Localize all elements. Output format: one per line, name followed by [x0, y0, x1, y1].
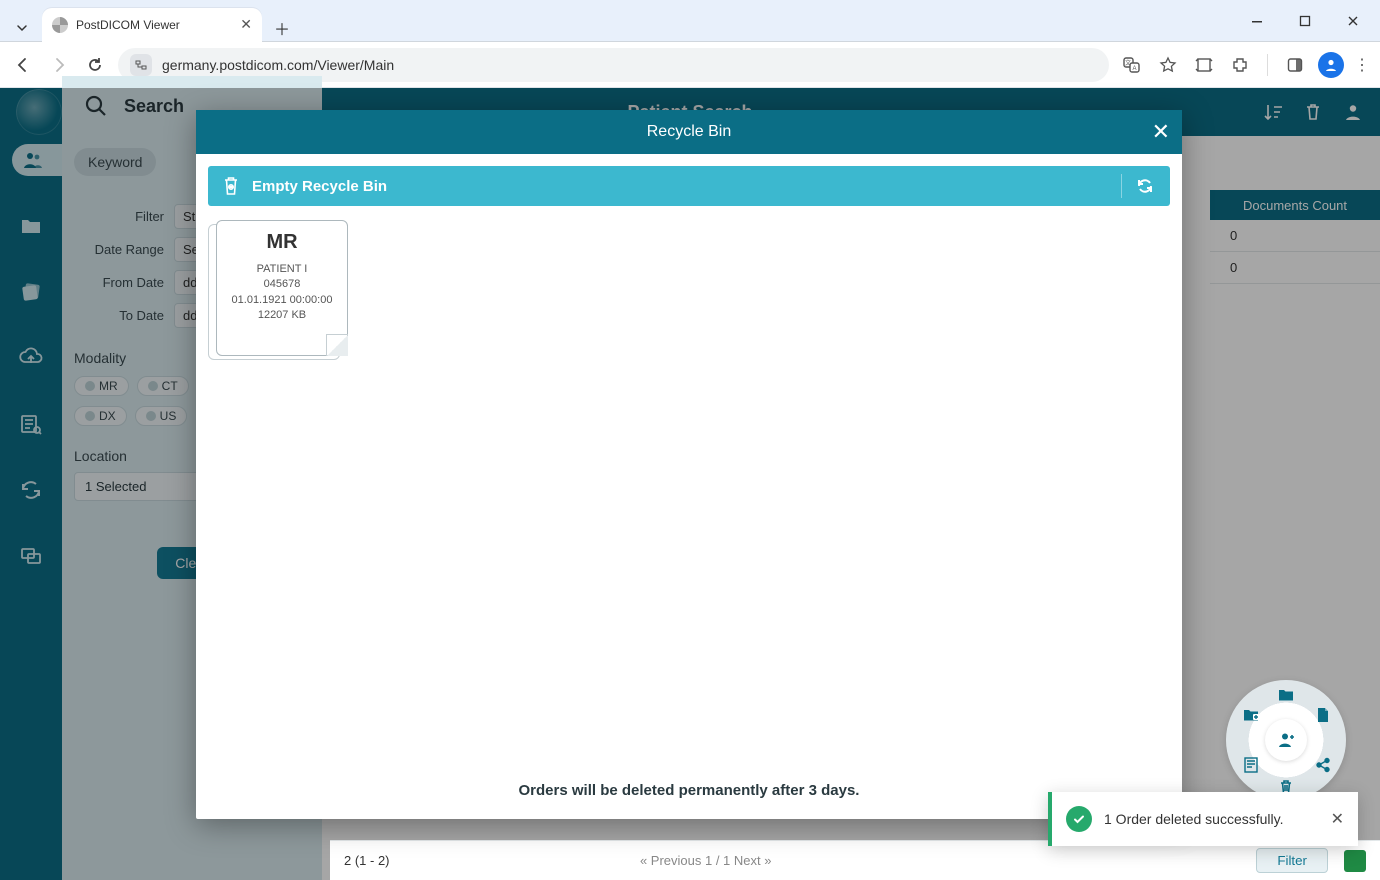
- favicon-icon: [52, 17, 68, 33]
- site-info-icon[interactable]: [130, 54, 152, 76]
- translate-icon[interactable]: 文A: [1119, 52, 1145, 78]
- modal-close-icon[interactable]: ✕: [1152, 119, 1170, 145]
- radial-folder-icon[interactable]: [1275, 684, 1297, 706]
- results-summary: 2 (1 - 2): [344, 853, 390, 868]
- trash-icon: [220, 173, 242, 199]
- radial-menu[interactable]: [1226, 680, 1346, 800]
- filter-button[interactable]: Filter: [1256, 848, 1328, 873]
- browser-tab[interactable]: PostDICOM Viewer ✕: [42, 8, 262, 42]
- bookmark-icon[interactable]: [1155, 52, 1181, 78]
- forward-button[interactable]: [46, 52, 72, 78]
- address-bar[interactable]: [162, 57, 1097, 73]
- card-size: 12207 KB: [223, 308, 341, 323]
- svg-text:文: 文: [1125, 59, 1131, 67]
- browser-menu-icon[interactable]: ⋮: [1354, 55, 1370, 75]
- card-datetime: 01.01.1921 00:00:00: [223, 293, 341, 308]
- card-patient: PATIENT I: [223, 262, 341, 277]
- minimize-button[interactable]: [1234, 5, 1280, 37]
- svg-text:A: A: [1132, 66, 1136, 72]
- tab-title: PostDICOM Viewer: [76, 18, 232, 32]
- extension-icon-2[interactable]: [1227, 52, 1253, 78]
- card-modality: MR: [223, 231, 341, 254]
- reload-button[interactable]: [82, 52, 108, 78]
- extension-icon-1[interactable]: [1191, 52, 1217, 78]
- refresh-icon[interactable]: [1132, 173, 1158, 199]
- radial-add-folder-icon[interactable]: [1240, 704, 1262, 726]
- empty-recycle-bin-button[interactable]: Empty Recycle Bin: [252, 178, 387, 195]
- tab-close-icon[interactable]: ✕: [240, 16, 252, 33]
- modal-title: Recycle Bin: [647, 123, 731, 141]
- radial-report-icon[interactable]: [1240, 754, 1262, 776]
- modal-footer-text: Orders will be deleted permanently after…: [196, 766, 1182, 819]
- profile-avatar[interactable]: [1318, 52, 1344, 78]
- export-excel-icon[interactable]: [1344, 850, 1366, 872]
- window-close-button[interactable]: [1330, 5, 1376, 37]
- side-panel-icon[interactable]: [1282, 52, 1308, 78]
- card-id: 045678: [223, 277, 341, 292]
- new-tab-button[interactable]: ＋: [268, 14, 296, 42]
- radial-add-user-icon[interactable]: [1265, 719, 1307, 761]
- radial-document-icon[interactable]: [1312, 704, 1334, 726]
- toast-message: 1 Order deleted successfully.: [1104, 811, 1319, 827]
- recycle-item-card[interactable]: MR PATIENT I 045678 01.01.1921 00:00:00 …: [212, 220, 354, 356]
- radial-share-icon[interactable]: [1312, 754, 1334, 776]
- back-button[interactable]: [10, 52, 36, 78]
- maximize-button[interactable]: [1282, 5, 1328, 37]
- check-icon: [1066, 806, 1092, 832]
- recycle-bin-modal: Recycle Bin ✕ Empty Recycle Bin MR: [196, 110, 1182, 819]
- toast-close-icon[interactable]: ✕: [1331, 809, 1344, 829]
- success-toast: 1 Order deleted successfully. ✕: [1048, 792, 1358, 846]
- results-pager[interactable]: « Previous 1 / 1 Next »: [640, 853, 772, 868]
- tab-dropdown[interactable]: [8, 14, 36, 42]
